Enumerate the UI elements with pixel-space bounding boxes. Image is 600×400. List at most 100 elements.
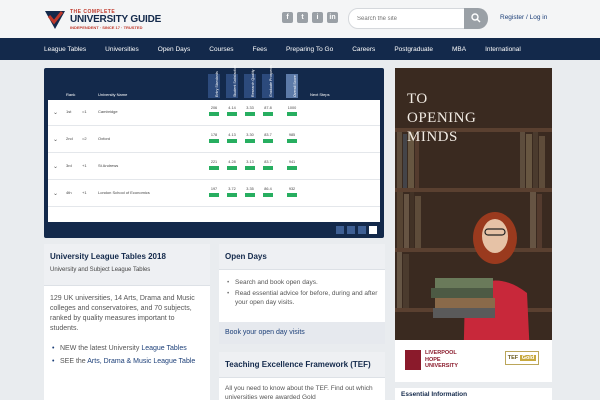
rank-cell: 1st — [66, 109, 72, 114]
nav-universities[interactable]: Universities — [105, 46, 139, 53]
overall-score-header[interactable]: Overall Score — [286, 74, 298, 98]
university-name-cell[interactable]: London School of Economics — [98, 190, 150, 195]
table-pager — [336, 226, 377, 234]
tef-card: Teaching Excellence Framework (TEF) All … — [219, 352, 385, 400]
score-bar — [209, 193, 219, 197]
card-links: NEW the latest University League Tables … — [50, 344, 204, 367]
facebook-icon[interactable]: f — [282, 12, 293, 23]
score-bar — [209, 166, 219, 170]
university-name-cell[interactable]: Oxford — [98, 136, 110, 141]
search-input[interactable] — [348, 8, 466, 29]
expand-chevron-icon[interactable]: ⌄ — [53, 190, 58, 197]
pager-dot-3[interactable] — [358, 226, 366, 234]
score-bar — [245, 193, 255, 197]
card-subtitle: University and Subject League Tables — [50, 267, 151, 273]
list-item: Read essential advice for before, during… — [225, 289, 379, 307]
card-title[interactable]: Open Days — [219, 244, 385, 270]
table-row[interactable]: ⌄ 4th +1 London School of Economics 197 … — [48, 181, 380, 207]
score-bar — [287, 166, 297, 170]
graduate-prospects-value: 83.7 — [264, 160, 272, 164]
nav-courses[interactable]: Courses — [209, 46, 233, 53]
rank-change-cell: =1 — [82, 109, 87, 114]
card-body: 129 UK universities, 14 Arts, Drama and … — [44, 286, 210, 367]
register-login-link[interactable]: Register / Log in — [500, 14, 547, 21]
graduate-prospects-value: 83.7 — [264, 133, 272, 137]
rank-change-cell: +1 — [82, 190, 87, 195]
student-satisfaction-header[interactable]: Student Satisfaction — [226, 65, 238, 98]
liverpool-hope-logo: LIVERPOOL HOPE UNIVERSITY — [405, 348, 485, 374]
score-bar — [263, 139, 273, 143]
site-logo[interactable]: THE COMPLETE UNIVERSITY GUIDE INDEPENDEN… — [44, 6, 164, 32]
pager-dot-4[interactable] — [369, 226, 377, 234]
league-tables-link[interactable]: League Tables — [141, 345, 186, 352]
table-row[interactable]: ⌄ 1st =1 Cambridge 206 4.14 3.33 87.8 10… — [48, 100, 380, 126]
main-nav: League Tables Universities Open Days Cou… — [0, 38, 600, 60]
pager-dot-1[interactable] — [336, 226, 344, 234]
linkedin-icon[interactable]: in — [327, 12, 338, 23]
social-links: f t i in — [282, 12, 338, 23]
overall-score-value: 985 — [288, 133, 296, 137]
card-description: 129 UK universities, 14 Arts, Drama and … — [50, 295, 195, 332]
entry-standards-value: 221 — [210, 160, 218, 164]
entry-standards-header[interactable]: Entry Standards — [208, 71, 220, 98]
essential-information-card: Essential Information — [395, 388, 552, 400]
score-bar — [287, 139, 297, 143]
nav-open-days[interactable]: Open Days — [158, 46, 191, 53]
graduate-prospects-header[interactable]: Graduate Prospects — [262, 65, 274, 98]
table-row[interactable]: ⌄ 2nd =2 Oxford 178 4.13 3.30 83.7 985 — [48, 127, 380, 153]
overall-score-value: 941 — [288, 160, 296, 164]
list-item: SEE the Arts, Drama & Music League Table — [50, 357, 204, 367]
crest-icon — [405, 350, 421, 370]
rank-cell: 4th — [66, 190, 72, 195]
score-bar — [227, 193, 237, 197]
score-bar — [263, 166, 273, 170]
arts-league-table-link[interactable]: Arts, Drama & Music League Table — [87, 358, 195, 365]
card-title[interactable]: Essential Information — [401, 391, 467, 398]
expand-chevron-icon[interactable]: ⌄ — [53, 136, 58, 143]
score-bar — [287, 112, 297, 116]
nav-mba[interactable]: MBA — [452, 46, 466, 53]
next-steps-header: Next Steps — [310, 92, 330, 97]
instagram-icon[interactable]: i — [312, 12, 323, 23]
advert-headline: TO OPENING MINDS — [407, 91, 477, 145]
card-header: University League Tables 2018 University… — [44, 244, 210, 286]
overall-score-value: 932 — [288, 187, 296, 191]
table-row[interactable]: ⌄ 3rd +1 St Andrews 221 4.28 3.13 83.7 9… — [48, 154, 380, 180]
research-quality-value: 3.33 — [246, 106, 254, 110]
score-bar — [209, 112, 219, 116]
rank-change-cell: =2 — [82, 136, 87, 141]
score-bar — [227, 166, 237, 170]
score-bar — [227, 139, 237, 143]
score-bar — [245, 112, 255, 116]
research-quality-value: 3.13 — [246, 160, 254, 164]
graduate-prospects-value: 86.4 — [264, 187, 272, 191]
university-name-cell[interactable]: Cambridge — [98, 109, 118, 114]
expand-chevron-icon[interactable]: ⌄ — [53, 109, 58, 116]
nav-postgraduate[interactable]: Postgraduate — [394, 46, 433, 53]
list-item: Search and book open days. — [225, 278, 379, 287]
overall-score-value: 1000 — [287, 106, 297, 110]
student-satisfaction-value: 4.13 — [228, 133, 236, 137]
nav-preparing-to-go[interactable]: Preparing To Go — [286, 46, 333, 53]
league-table-widget: Rank University Name Entry Standards Stu… — [44, 65, 384, 238]
score-bar — [263, 193, 273, 197]
site-search — [348, 8, 488, 29]
nav-international[interactable]: International — [485, 46, 521, 53]
nav-fees[interactable]: Fees — [253, 46, 267, 53]
pager-dot-2[interactable] — [347, 226, 355, 234]
top-header: THE COMPLETE UNIVERSITY GUIDE INDEPENDEN… — [0, 0, 600, 38]
book-open-days-link[interactable]: Book your open day visits — [219, 322, 385, 344]
university-name-cell[interactable]: St Andrews — [98, 163, 118, 168]
nav-careers[interactable]: Careers — [352, 46, 375, 53]
search-button[interactable] — [464, 8, 488, 29]
twitter-icon[interactable]: t — [297, 12, 308, 23]
card-title[interactable]: Teaching Excellence Framework (TEF) — [219, 352, 385, 378]
list-item: NEW the latest University League Tables — [50, 344, 204, 354]
rank-cell: 3rd — [66, 163, 72, 168]
nav-league-tables[interactable]: League Tables — [44, 46, 86, 53]
card-title[interactable]: University League Tables 2018 — [50, 252, 204, 261]
score-bar — [263, 112, 273, 116]
advert-banner[interactable]: TO OPENING MINDS LIVERPOOL HOPE UNIVERSI… — [395, 68, 552, 382]
research-quality-header[interactable]: Research Quality — [244, 69, 256, 98]
expand-chevron-icon[interactable]: ⌄ — [53, 163, 58, 170]
